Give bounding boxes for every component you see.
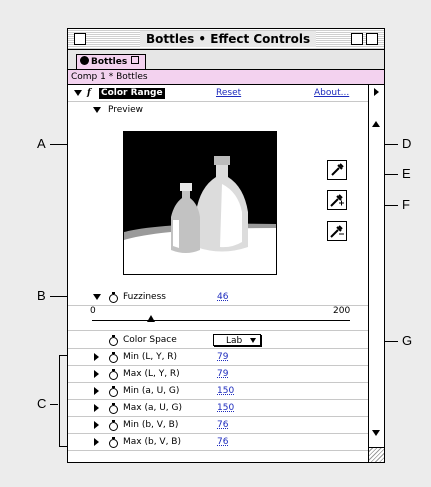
tab-bottles[interactable]: Bottles (76, 54, 146, 69)
size-grip-icon[interactable] (369, 447, 384, 462)
scrollbar[interactable] (368, 85, 384, 462)
preview-row: Preview (68, 102, 368, 118)
param-row: Max (L, Y, R) 79 (68, 366, 368, 383)
tab-label: Bottles (91, 57, 128, 67)
stopwatch-icon[interactable] (109, 437, 118, 448)
param-label: Min (a, U, G) (123, 386, 180, 396)
effect-disclosure-icon[interactable] (74, 90, 82, 96)
callout-c: C (37, 396, 47, 411)
scroll-up-arrow[interactable] (372, 121, 380, 127)
callout-e: E (402, 166, 411, 181)
eyedropper-icon (331, 163, 344, 176)
color-space-dropdown[interactable]: Lab (213, 334, 261, 346)
bottles-preview-graphic (124, 132, 276, 274)
param-disclosure-icon[interactable] (94, 387, 99, 395)
slider-thumb[interactable] (147, 315, 156, 322)
fuzziness-slider-row: 0 200 (68, 306, 368, 331)
fx-toggle[interactable]: f (87, 85, 91, 101)
panel-menu-arrow-icon[interactable] (374, 88, 379, 96)
param-value[interactable]: 79 (217, 349, 228, 365)
effect-name: Color Range (99, 88, 165, 99)
add-eyedropper-button[interactable] (327, 190, 347, 210)
fuzziness-disclosure-icon[interactable] (93, 294, 101, 300)
stopwatch-icon[interactable] (109, 352, 118, 363)
color-space-label: Color Space (123, 335, 177, 345)
effect-icon (80, 56, 89, 65)
reset-link[interactable]: Reset (216, 85, 241, 101)
slider-min-label: 0 (90, 306, 96, 316)
effect-controls-window: Bottles • Effect Controls Bottles Comp 1… (67, 28, 385, 463)
subtract-eyedropper-button[interactable] (327, 221, 347, 241)
callout-b: B (37, 288, 46, 303)
param-value[interactable]: 76 (217, 434, 228, 450)
stopwatch-icon[interactable] (109, 386, 118, 397)
stopwatch-icon[interactable] (109, 420, 118, 431)
param-row: Max (a, U, G) 150 (68, 400, 368, 417)
tab-close-icon[interactable] (131, 56, 140, 64)
param-value[interactable]: 150 (217, 383, 234, 399)
eyedropper-button[interactable] (327, 160, 347, 180)
param-value[interactable]: 150 (217, 400, 234, 416)
preview-disclosure-icon[interactable] (93, 107, 101, 113)
comp-label: Comp 1 * Bottles (68, 69, 384, 85)
fuzziness-row: Fuzziness 46 (68, 289, 368, 306)
param-row: Min (b, V, B) 76 (68, 417, 368, 434)
stopwatch-icon[interactable] (109, 292, 118, 303)
param-disclosure-icon[interactable] (94, 404, 99, 412)
scroll-down-arrow[interactable] (372, 430, 380, 436)
param-value[interactable]: 79 (217, 366, 228, 382)
param-label: Max (L, Y, R) (123, 369, 180, 379)
param-label: Min (L, Y, R) (123, 352, 178, 362)
callout-c-line (50, 404, 58, 405)
param-disclosure-icon[interactable] (94, 438, 99, 446)
color-space-row: Color Space Lab (68, 332, 368, 349)
controls-content: f Color Range Reset About... Preview Fuz… (68, 85, 368, 462)
preview-image[interactable] (123, 131, 277, 275)
param-label: Min (b, V, B) (123, 420, 179, 430)
param-row: Max (b, V, B) 76 (68, 434, 368, 451)
param-disclosure-icon[interactable] (94, 353, 99, 361)
slider-max-label: 200 (333, 306, 351, 316)
param-row: Min (L, Y, R) 79 (68, 349, 368, 366)
chevron-down-icon (250, 338, 256, 343)
collapse-box[interactable] (366, 33, 378, 45)
eyedropper-minus-icon (330, 225, 344, 238)
zoom-box[interactable] (351, 33, 363, 45)
slider-track[interactable] (92, 320, 350, 321)
callout-f: F (402, 197, 410, 212)
param-label: Max (a, U, G) (123, 403, 183, 413)
callout-c-bracket (59, 355, 60, 447)
callout-a: A (37, 136, 46, 151)
stopwatch-icon[interactable] (109, 369, 118, 380)
stopwatch-icon[interactable] (109, 403, 118, 414)
fuzziness-value[interactable]: 46 (217, 289, 228, 305)
preview-label: Preview (108, 105, 144, 115)
eyedropper-plus-icon (330, 194, 344, 207)
close-box[interactable] (74, 33, 86, 45)
param-disclosure-icon[interactable] (94, 370, 99, 378)
fuzziness-label: Fuzziness (123, 292, 166, 302)
color-space-value: Lab (226, 336, 243, 346)
param-label: Max (b, V, B) (123, 437, 181, 447)
about-link[interactable]: About... (314, 85, 349, 101)
stopwatch-icon[interactable] (109, 335, 118, 346)
callout-g: G (402, 333, 413, 348)
param-value[interactable]: 76 (217, 417, 228, 433)
window-title: Bottles • Effect Controls (140, 31, 317, 47)
effect-header-row: f Color Range Reset About... (68, 85, 368, 102)
title-bar[interactable]: Bottles • Effect Controls (68, 29, 384, 50)
param-row: Min (a, U, G) 150 (68, 383, 368, 400)
param-disclosure-icon[interactable] (94, 421, 99, 429)
tab-strip: Bottles (68, 50, 384, 69)
callout-d: D (402, 136, 412, 151)
